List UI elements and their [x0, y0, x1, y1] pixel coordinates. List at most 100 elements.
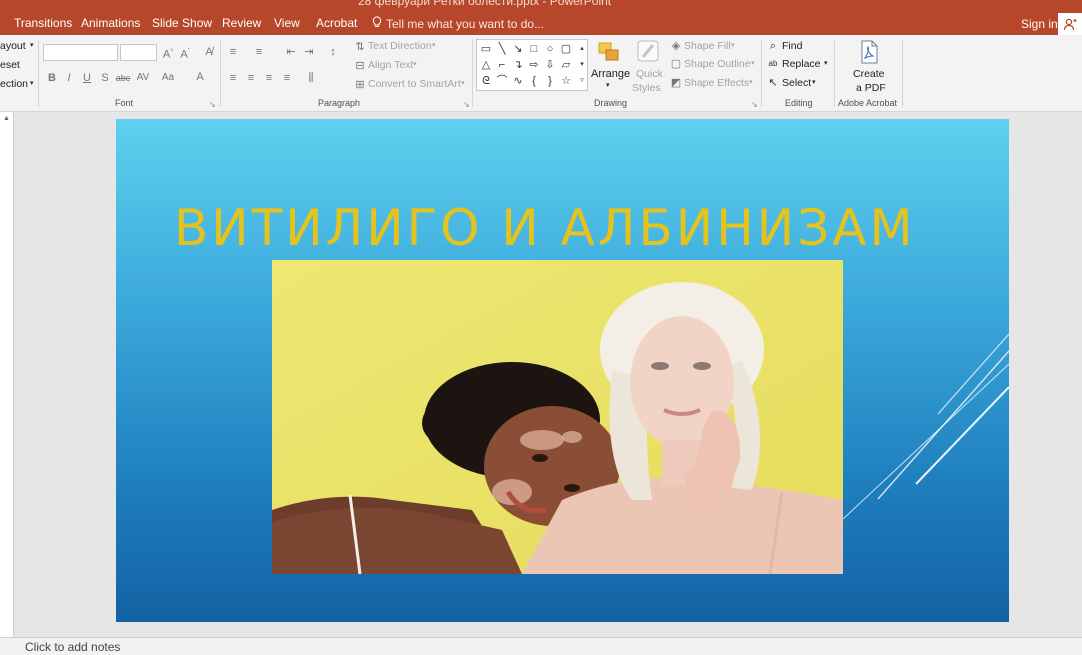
align-text-button[interactable]: Align Text	[368, 59, 413, 71]
drawing-dialog-launcher-icon[interactable]: ↘	[751, 100, 758, 109]
scroll-up-icon[interactable]: ▲	[2, 114, 11, 124]
text-shadow-button[interactable]: S	[98, 71, 112, 85]
quick-styles-label-1[interactable]: Quick	[636, 68, 663, 80]
section-button[interactable]: ection	[0, 78, 28, 90]
rectangle-shape-icon[interactable]: □	[528, 43, 540, 55]
select-button[interactable]: Select	[782, 77, 811, 89]
flowchart-shape-icon[interactable]: ▱	[560, 59, 572, 71]
right-brace-shape-icon[interactable]: }	[544, 75, 556, 87]
shape-effects-button[interactable]: Shape Effects	[684, 77, 749, 89]
find-icon[interactable]: ⌕	[766, 39, 780, 53]
triangle-shape-icon[interactable]: △	[480, 59, 492, 71]
tab-transitions[interactable]: Transitions	[14, 16, 72, 30]
increase-indent-icon[interactable]: ⇥	[302, 45, 316, 59]
dropdown-caret-icon[interactable]: ▾	[413, 60, 417, 68]
slide-thumbnail-panel[interactable]: ▲	[0, 112, 14, 637]
dropdown-caret-icon[interactable]: ▾	[749, 78, 753, 86]
slide-photo[interactable]	[272, 260, 843, 574]
shape-outline-icon[interactable]: ▢	[669, 57, 683, 71]
replace-icon[interactable]: ab	[766, 57, 780, 71]
layout-button[interactable]: ayout	[0, 40, 26, 52]
justify-icon[interactable]: ≡	[280, 71, 294, 85]
tell-me-box[interactable]: Tell me what you want to do...	[372, 16, 544, 32]
quick-styles-label-2[interactable]: Styles	[632, 82, 661, 94]
layout-dropdown-icon[interactable]: ▾	[30, 41, 34, 49]
text-direction-icon[interactable]: ⇅	[353, 40, 367, 54]
convert-smartart-button[interactable]: Convert to SmartArt	[368, 78, 461, 90]
align-center-icon[interactable]: ≡	[244, 71, 258, 85]
arrow-line-shape-icon[interactable]: ↘	[512, 43, 524, 55]
dropdown-caret-icon[interactable]: ▾	[461, 79, 465, 87]
dropdown-caret-icon[interactable]: ▾	[731, 41, 735, 49]
shape-effects-icon[interactable]: ◩	[669, 76, 683, 90]
arrange-icon[interactable]	[596, 40, 622, 66]
gallery-down-icon[interactable]: ▾	[576, 59, 588, 71]
align-left-icon[interactable]: ≡	[226, 71, 240, 85]
columns-icon[interactable]: ⫼	[304, 71, 318, 85]
oval-shape-icon[interactable]: ○	[544, 43, 556, 55]
tab-view[interactable]: View	[274, 16, 300, 30]
paragraph-dialog-launcher-icon[interactable]: ↘	[463, 100, 470, 109]
notes-pane[interactable]: Click to add notes	[0, 637, 1082, 655]
replace-button[interactable]: Replace	[782, 58, 821, 70]
bold-button[interactable]: B	[45, 71, 59, 85]
shape-fill-icon[interactable]: ◈	[669, 39, 683, 53]
shapes-gallery[interactable]: ▭ ╲ ↘ □ ○ ▢ △ ⌐ ↴ ⇨ ⇩ ▱ ᘓ ⌒ ∿ { } ☆ ▴ ▾ …	[476, 39, 588, 91]
character-spacing-button[interactable]: AV	[135, 71, 151, 85]
line-shape-icon[interactable]: ╲	[496, 43, 508, 55]
font-name-input[interactable]	[43, 44, 118, 61]
tab-review[interactable]: Review	[222, 16, 261, 30]
elbow-connector-shape-icon[interactable]: ⌐	[496, 59, 508, 71]
arrange-button[interactable]: Arrange	[591, 68, 630, 80]
gallery-more-icon[interactable]: ▿	[576, 75, 588, 87]
shape-fill-button[interactable]: Shape Fill	[684, 40, 731, 52]
bullets-icon[interactable]: ≡	[226, 45, 240, 59]
elbow-arrow-shape-icon[interactable]: ↴	[512, 59, 524, 71]
tab-acrobat[interactable]: Acrobat	[316, 16, 357, 30]
create-pdf-label-1[interactable]: Create	[853, 68, 885, 80]
shape-outline-button[interactable]: Shape Outline	[684, 58, 751, 70]
align-text-icon[interactable]: ⊟	[353, 59, 367, 73]
smartart-icon[interactable]: ⊞	[353, 78, 367, 92]
clear-formatting-icon[interactable]: A̸	[202, 45, 216, 59]
select-cursor-icon[interactable]: ↖	[766, 76, 780, 90]
tab-slide-show[interactable]: Slide Show	[152, 16, 212, 30]
quick-styles-icon[interactable]	[636, 39, 662, 65]
gallery-up-icon[interactable]: ▴	[576, 43, 588, 55]
slide-canvas[interactable]: ВИТИЛИГО И АЛБИНИЗАМ	[116, 119, 1009, 622]
numbering-icon[interactable]: ≡	[252, 45, 266, 59]
increase-font-icon[interactable]: A^	[161, 45, 175, 61]
slide-title[interactable]: ВИТИЛИГО И АЛБИНИЗАМ	[174, 199, 916, 257]
star-shape-icon[interactable]: ☆	[560, 75, 572, 87]
section-dropdown-icon[interactable]: ▾	[30, 79, 34, 87]
decrease-indent-icon[interactable]: ⇤	[284, 45, 298, 59]
decrease-font-icon[interactable]: Aˇ	[178, 45, 192, 61]
change-case-button[interactable]: Aa	[160, 71, 176, 85]
underline-button[interactable]: U	[80, 71, 94, 85]
sign-in-link[interactable]: Sign in	[1021, 17, 1058, 31]
dropdown-caret-icon[interactable]: ▾	[432, 41, 436, 49]
font-color-button[interactable]: A	[193, 70, 207, 84]
italic-button[interactable]: I	[62, 71, 76, 85]
create-pdf-icon[interactable]	[858, 40, 880, 64]
left-brace-shape-icon[interactable]: {	[528, 75, 540, 87]
replace-dropdown-icon[interactable]: ▾	[824, 59, 828, 67]
textbox-shape-icon[interactable]: ▭	[480, 43, 492, 55]
rounded-rect-shape-icon[interactable]: ▢	[560, 43, 572, 55]
strikethrough-button[interactable]: abc	[114, 71, 132, 85]
create-pdf-label-2[interactable]: a PDF	[856, 82, 886, 94]
share-person-icon[interactable]	[1058, 13, 1082, 35]
font-size-input[interactable]	[120, 44, 157, 61]
notes-placeholder[interactable]: Click to add notes	[25, 640, 120, 654]
find-button[interactable]: Find	[782, 40, 802, 52]
down-arrow-shape-icon[interactable]: ⇩	[544, 59, 556, 71]
curve-shape-icon[interactable]: ⌒	[496, 75, 508, 87]
select-dropdown-icon[interactable]: ▾	[812, 78, 816, 86]
dropdown-caret-icon[interactable]: ▾	[751, 59, 755, 67]
arrange-dropdown-icon[interactable]: ▾	[606, 81, 610, 89]
font-dialog-launcher-icon[interactable]: ↘	[209, 100, 216, 109]
right-arrow-shape-icon[interactable]: ⇨	[528, 59, 540, 71]
tab-animations[interactable]: Animations	[81, 16, 140, 30]
reset-button[interactable]: eset	[0, 59, 20, 71]
line-spacing-icon[interactable]: ↕	[326, 45, 340, 59]
